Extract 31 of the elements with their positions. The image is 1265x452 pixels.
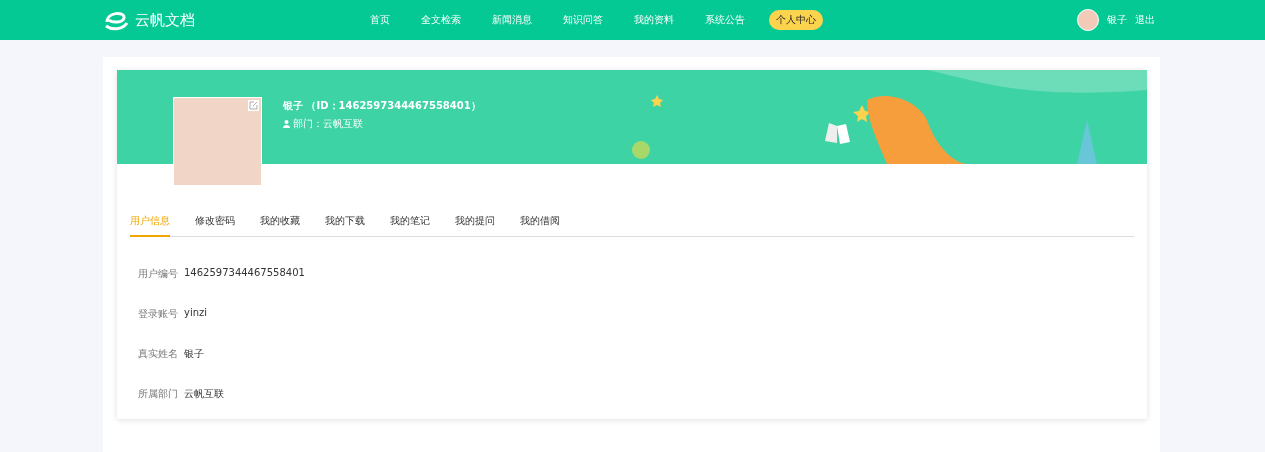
field-label: 用户编号	[138, 267, 178, 281]
profile-tab[interactable]: 我的笔记	[390, 214, 430, 237]
field-value: yinzi	[184, 307, 208, 320]
profile-tab[interactable]: 用户信息	[130, 214, 170, 237]
profile-tab[interactable]: 我的下载	[325, 214, 365, 237]
profile-title: 银子 （ID：1462597344467558401）	[283, 99, 481, 113]
user-name: 银子	[1107, 13, 1127, 27]
profile-tab[interactable]: 我的提问	[455, 214, 495, 237]
nav-link[interactable]: 新闻消息	[485, 10, 539, 30]
field-label: 真实姓名	[138, 347, 178, 361]
department-text: 部门：云帆互联	[293, 117, 363, 131]
person-icon	[283, 120, 290, 128]
nav-link[interactable]: 个人中心	[769, 10, 823, 30]
nav-link[interactable]: 我的资料	[627, 10, 681, 30]
field-value: 1462597344467558401	[184, 267, 305, 280]
profile-tab[interactable]: 我的借阅	[520, 214, 560, 237]
field-label: 所属部门	[138, 387, 178, 401]
logout-link[interactable]: 退出	[1135, 13, 1155, 27]
nav-link[interactable]: 系统公告	[698, 10, 752, 30]
user-avatar[interactable]	[1077, 9, 1099, 31]
profile-tab[interactable]: 修改密码	[195, 214, 235, 237]
nav-link[interactable]: 首页	[363, 10, 397, 30]
logo-icon	[103, 9, 129, 31]
nav-link[interactable]: 知识问答	[556, 10, 610, 30]
brand-name: 云帆文档	[135, 10, 195, 30]
profile-tab[interactable]: 我的收藏	[260, 214, 300, 237]
field-value: 银子	[184, 347, 204, 361]
field-value: 云帆互联	[184, 387, 224, 401]
nav-link[interactable]: 全文检索	[414, 10, 468, 30]
field-label: 登录账号	[138, 307, 178, 321]
edit-icon[interactable]	[248, 100, 259, 111]
